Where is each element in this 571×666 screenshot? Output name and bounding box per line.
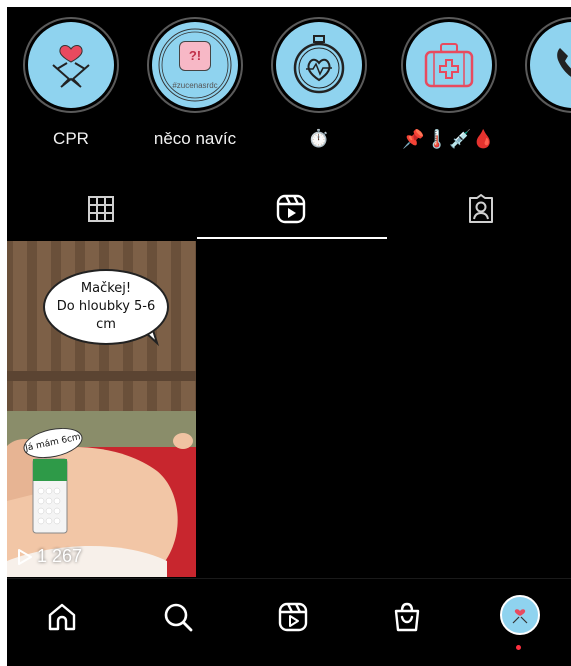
reels-icon [276,194,306,224]
avatar-heart-icon [512,609,528,624]
nav-reels[interactable] [273,597,313,637]
reel-thumbnail[interactable]: Mačkej! Do hloubky 5-6 cm Já mám 6cm 1 2… [7,241,196,577]
view-count: 1 267 [37,546,83,566]
grid-icon [88,196,114,222]
highlight-label: ⏱️ [308,129,330,148]
notification-dot [516,645,521,650]
highlight-stopwatch[interactable]: ⏱️ [261,17,367,167]
highlight-label: 📌🌡️💉🩸 [402,129,496,149]
nav-home[interactable] [42,597,82,637]
nav-search[interactable] [158,597,198,637]
tab-tagged[interactable] [387,177,571,241]
home-icon [48,603,76,631]
stopwatch-heart-icon [276,22,362,108]
highlight-neco-navic[interactable]: ?! #zucenasrdc něco navíc [137,17,243,167]
avatar [500,595,540,635]
first-aid-kit-icon [406,22,492,108]
bubble-line-2: Do hloubky 5-6 cm [56,299,156,332]
highlight-first-aid[interactable]: 📌🌡️💉🩸 [391,17,497,167]
question-heart-icon: ?! #zucenasrdc [152,22,238,108]
highlight-label: CPR [53,129,89,148]
highlight-phone[interactable] [515,17,571,167]
hands-heart-icon [28,22,114,108]
bottom-navigation [7,578,571,666]
tab-reels[interactable] [197,177,385,241]
active-tab-indicator [197,237,387,239]
search-icon [164,603,193,632]
nav-shop[interactable] [387,597,427,637]
shop-bag-icon [394,602,420,632]
highlight-label: něco navíc [153,129,237,148]
highlight-cpr[interactable]: CPR [13,17,119,167]
profile-screen: CPR ?! #zucenasrdc něco navíc ⏱️ 📌🌡️💉🩸 M… [7,7,571,666]
reel-views: 1 267 [17,546,82,567]
speech-bubble: Mačkej! Do hloubky 5-6 cm [43,269,169,345]
nav-profile[interactable] [500,595,540,635]
play-icon [18,548,32,565]
reels-icon [278,602,308,632]
tab-grid[interactable] [7,177,195,241]
bubble-line-1: Mačkej! [80,281,132,296]
tagged-person-icon [469,194,493,223]
